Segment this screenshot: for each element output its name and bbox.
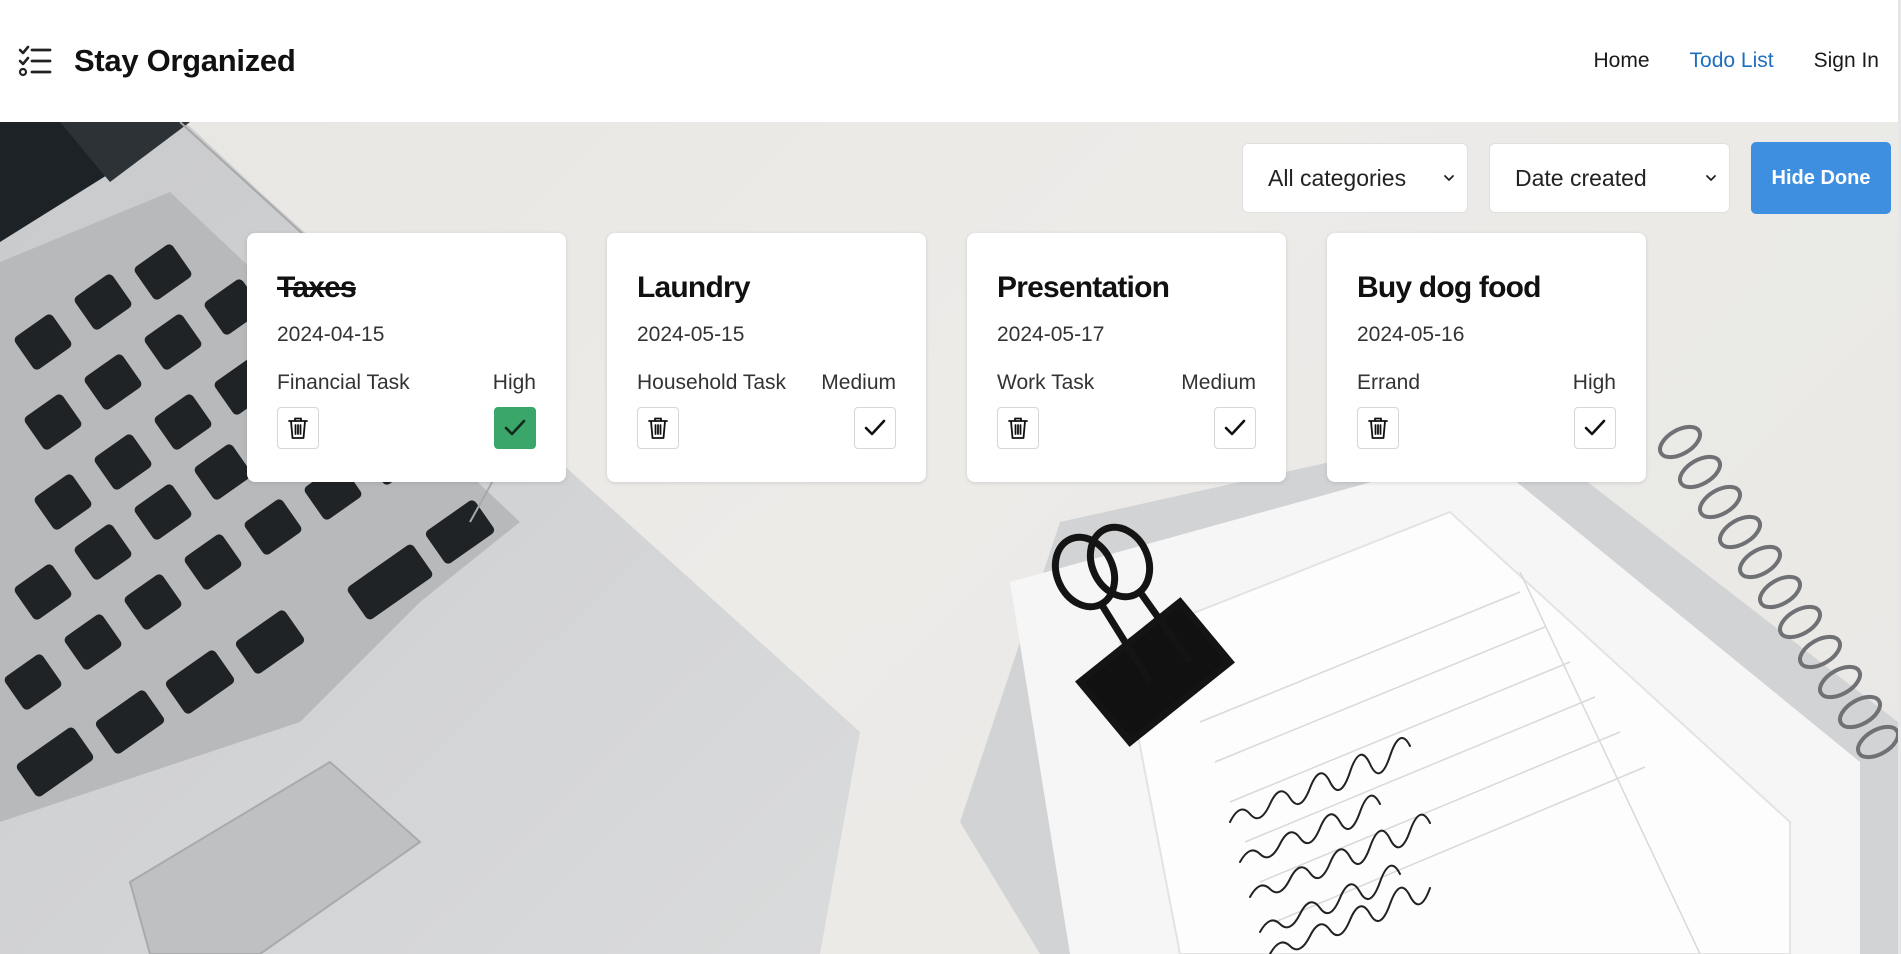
complete-toggle-button[interactable] xyxy=(1214,407,1256,449)
todo-date: 2024-04-15 xyxy=(277,323,385,346)
todo-title: Taxes xyxy=(277,271,357,304)
complete-toggle-button[interactable] xyxy=(1574,407,1616,449)
todo-category: Household Task xyxy=(637,371,787,394)
complete-toggle-button[interactable] xyxy=(854,407,896,449)
todo-priority: Medium xyxy=(1181,371,1256,394)
delete-button[interactable] xyxy=(637,407,679,449)
todo-card: Presentation 2024-05-17 Work Task Medium xyxy=(967,233,1286,482)
trash-icon xyxy=(648,417,668,439)
category-filter-select[interactable]: All categories xyxy=(1242,143,1468,213)
todo-priority: Medium xyxy=(821,371,896,394)
list-check-icon xyxy=(18,45,52,77)
delete-button[interactable] xyxy=(997,407,1039,449)
todo-card: Taxes 2024-04-15 Financial Task High xyxy=(247,233,566,482)
chevron-down-icon xyxy=(1444,175,1454,181)
delete-button[interactable] xyxy=(277,407,319,449)
filter-toolbar: All categories Date created Hide Done xyxy=(1242,142,1891,214)
todo-card: Buy dog food 2024-05-16 Errand High xyxy=(1327,233,1646,482)
check-icon xyxy=(504,419,526,436)
todo-category: Errand xyxy=(1357,371,1421,394)
notepad xyxy=(960,422,1898,954)
category-filter-value: All categories xyxy=(1268,164,1407,191)
todo-date: 2024-05-15 xyxy=(637,323,745,346)
sort-select[interactable]: Date created xyxy=(1489,143,1730,213)
chevron-down-icon xyxy=(1706,175,1716,181)
app-title: Stay Organized xyxy=(74,43,296,78)
todo-card: Laundry 2024-05-15 Household Task Medium xyxy=(607,233,926,482)
check-icon xyxy=(864,419,886,436)
todo-category: Financial Task xyxy=(277,371,410,394)
check-icon xyxy=(1224,419,1246,436)
delete-button[interactable] xyxy=(1357,407,1399,449)
trash-icon xyxy=(1368,417,1388,439)
trash-icon xyxy=(288,417,308,439)
top-navbar: Stay Organized Home Todo List Sign In xyxy=(0,0,1901,122)
hide-done-button[interactable]: Hide Done xyxy=(1751,142,1891,214)
nav-sign-in[interactable]: Sign In xyxy=(1814,49,1879,73)
todo-priority: High xyxy=(492,371,536,394)
nav-todo-list[interactable]: Todo List xyxy=(1690,49,1774,73)
todo-title: Laundry xyxy=(637,271,751,304)
check-icon xyxy=(1584,419,1606,436)
todo-date: 2024-05-16 xyxy=(1357,323,1465,346)
todo-category: Work Task xyxy=(997,371,1095,394)
sort-value: Date created xyxy=(1515,164,1647,191)
brand[interactable]: Stay Organized xyxy=(18,43,296,79)
trash-icon xyxy=(1008,417,1028,439)
todo-date: 2024-05-17 xyxy=(997,323,1105,346)
todo-title: Presentation xyxy=(997,271,1170,304)
todo-priority: High xyxy=(1572,371,1616,394)
todo-card-list: Taxes 2024-04-15 Financial Task High Lau… xyxy=(247,233,1646,482)
todo-title: Buy dog food xyxy=(1357,271,1541,304)
main-nav: Home Todo List Sign In xyxy=(1594,0,1879,122)
nav-home[interactable]: Home xyxy=(1594,49,1650,73)
complete-toggle-button[interactable] xyxy=(494,407,536,449)
